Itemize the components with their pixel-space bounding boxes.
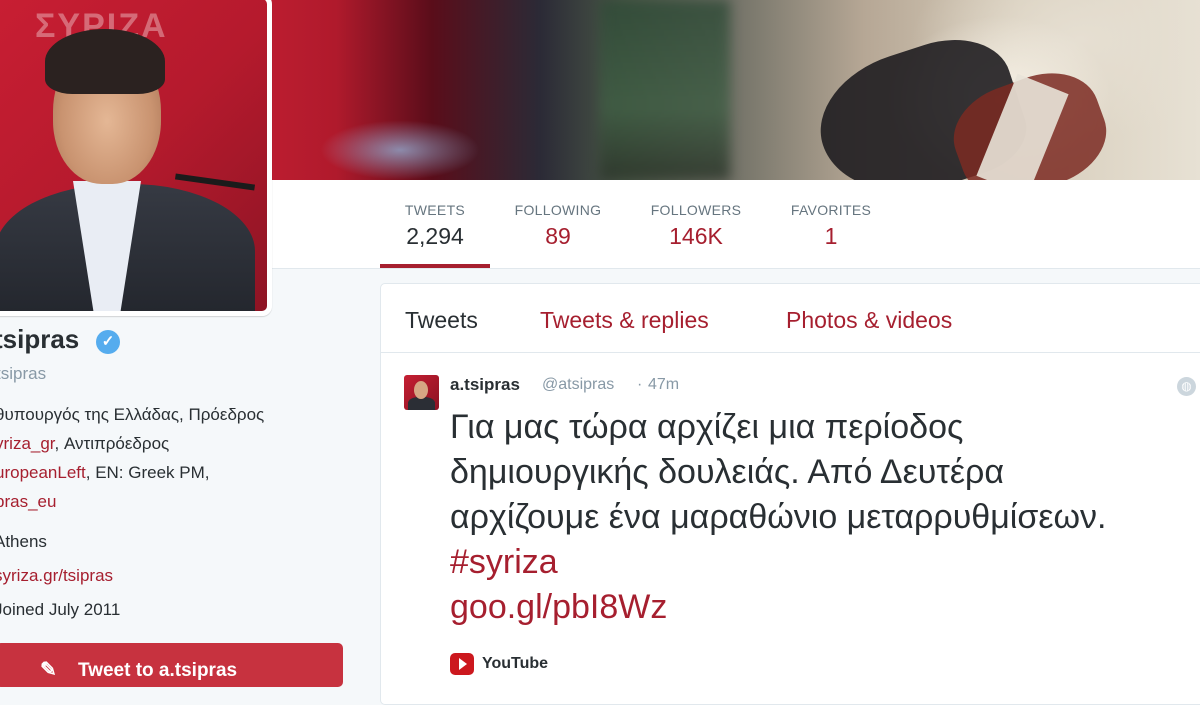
stat-value: 2,294 (406, 223, 464, 249)
bio-mention-link[interactable]: uropeanLeft (0, 463, 86, 482)
stat-favorites[interactable]: FAVORITES 1 (780, 180, 882, 268)
avatar-figure (45, 29, 165, 94)
bio-mention-link[interactable]: pras_eu (0, 492, 56, 511)
quill-icon: ✎ (40, 659, 57, 681)
timeline-tabs: Tweets Tweets & replies Photos & videos (381, 284, 1200, 353)
banner-background-shape (320, 120, 480, 180)
tab-tweets-replies[interactable]: Tweets & replies (540, 307, 709, 334)
bio-line: pras_eu (0, 487, 345, 516)
bio-text: , Αντιπρόεδρος (54, 434, 170, 453)
tab-photos-videos[interactable]: Photos & videos (786, 307, 952, 334)
tab-tweets[interactable]: Tweets (405, 307, 478, 334)
tweet-separator: · (637, 376, 643, 393)
bio-line: yriza_gr, Αντιπρόεδρος (0, 429, 345, 458)
tweet-timestamp[interactable]: 47m (648, 376, 679, 394)
stat-value: 1 (824, 223, 838, 249)
bio-mention-link[interactable]: yriza_gr (0, 434, 55, 453)
globe-icon[interactable]: ◍ (1177, 377, 1196, 396)
youtube-icon (450, 653, 474, 675)
stat-tweets[interactable]: TWEETS 2,294 (380, 180, 490, 268)
stat-followers[interactable]: FOLLOWERS 146K (641, 180, 751, 268)
timeline-card: Tweets Tweets & replies Photos & videos … (380, 283, 1200, 705)
profile-name[interactable]: tsipras (0, 324, 79, 355)
tweet-text-line: Για μας τώρα αρχίζει μια περίοδος (450, 408, 964, 446)
tweet-text-line: δημιουργικής δουλειάς. Από Δευτέρα (450, 453, 1004, 491)
tweet-author-avatar[interactable] (404, 375, 439, 410)
tweet-url-link[interactable]: goo.gl/pbI8Wz (450, 585, 1200, 630)
tweet-hashtag-link[interactable]: #syriza (450, 540, 1200, 585)
tweet-author-handle[interactable]: @atsipras (542, 376, 614, 394)
stat-label: FOLLOWING (514, 202, 602, 218)
stat-label: TWEETS (404, 202, 466, 218)
tweet-to-label: Tweet to a.tsipras (78, 660, 238, 681)
profile-bio: θυπουργός της Ελλάδας, Πρόεδρος yriza_gr… (0, 400, 345, 516)
stat-label: FOLLOWERS (650, 202, 742, 218)
stat-following[interactable]: FOLLOWING 89 (505, 180, 611, 268)
avatar-figure (414, 381, 428, 399)
verified-badge-icon: ✓ (96, 330, 120, 354)
banner-background-shape (600, 0, 730, 180)
profile-website-link[interactable]: syriza.gr/tsipras (0, 566, 113, 586)
tweet-author-name[interactable]: a.tsipras (450, 375, 520, 395)
stat-label: FAVORITES (790, 202, 872, 218)
bio-line: uropeanLeft, EN: Greek PM, (0, 458, 345, 487)
stat-value: 146K (669, 223, 723, 249)
media-source-label: YouTube (482, 655, 549, 672)
profile-location: Athens (0, 532, 47, 551)
profile-handle[interactable]: tsipras (0, 364, 46, 384)
stat-value: 89 (545, 223, 571, 249)
tweet-to-button[interactable]: ✎ Tweet to a.tsipras (0, 643, 343, 687)
active-stat-underline (380, 264, 490, 268)
bio-text: , EN: Greek PM, (85, 463, 210, 482)
bio-line: θυπουργός της Ελλάδας, Πρόεδρος (0, 400, 345, 429)
microphone-shape (174, 173, 256, 191)
tweet-text: Για μας τώρα αρχίζει μια περίοδος δημιου… (450, 405, 1200, 630)
profile-avatar[interactable]: ΣΥΡΙΖΑ (0, 0, 272, 316)
profile-join-date: Joined July 2011 (0, 600, 121, 619)
bio-text: θυπουργός της Ελλάδας, Πρόεδρος (0, 405, 265, 424)
tweet-text-line: αρχίζουμε ένα μαραθώνιο μεταρρυθμίσεων. (450, 498, 1107, 536)
